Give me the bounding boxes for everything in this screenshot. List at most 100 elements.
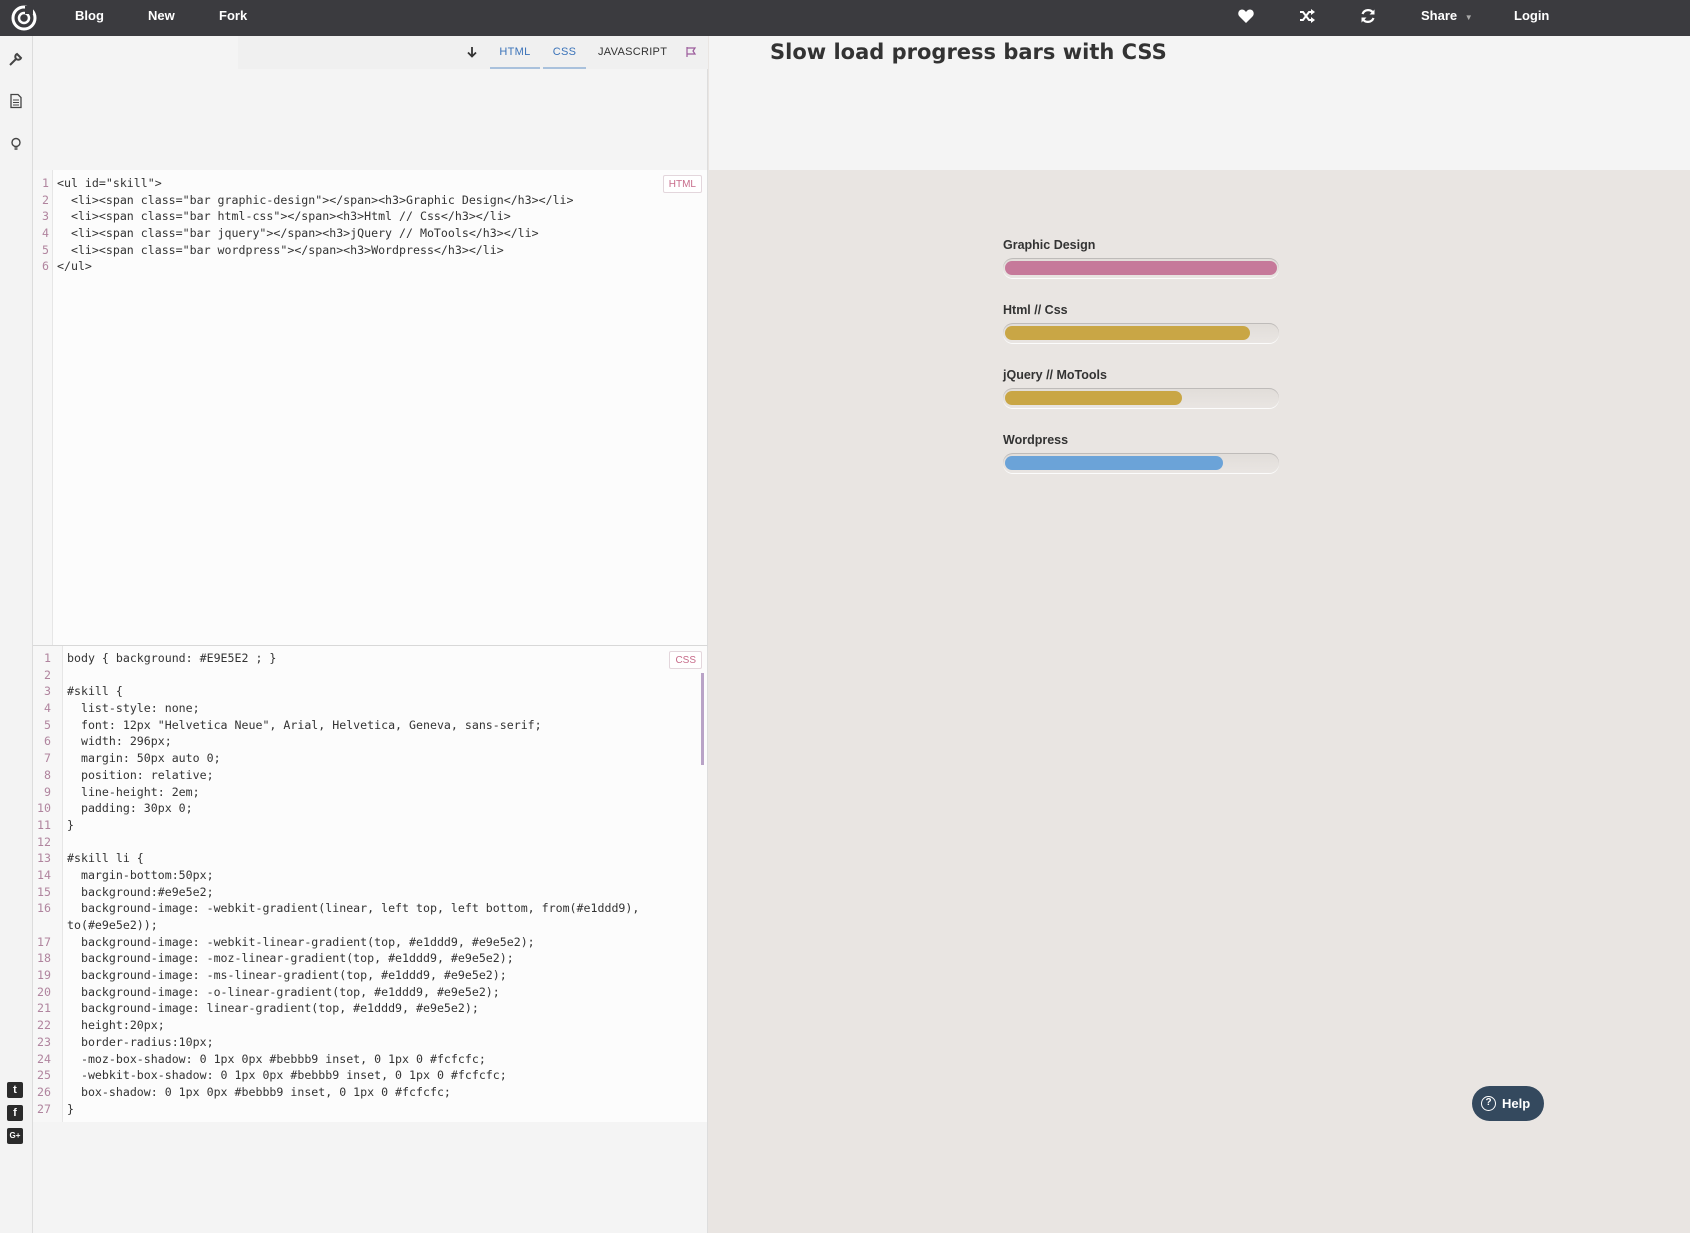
code-text: <li><span class="bar html-css"></span><h… — [57, 209, 511, 224]
code-text: background:#e9e5e2; — [67, 884, 214, 899]
code-line: 22 height:20px; — [33, 1017, 639, 1034]
code-line: 17 background-image: -webkit-linear-grad… — [33, 934, 639, 951]
heart-icon[interactable] — [1237, 7, 1255, 25]
code-text: -webkit-box-shadow: 0 1px 0px #bebbb9 in… — [67, 1068, 507, 1083]
line-number: 16 — [37, 901, 51, 916]
code-text: -moz-box-shadow: 0 1px 0px #bebbb9 inset… — [67, 1051, 486, 1066]
progress-fill — [1005, 261, 1277, 275]
line-number: 9 — [44, 784, 51, 799]
wrench-icon[interactable] — [8, 51, 24, 67]
code-text: list-style: none; — [67, 701, 200, 716]
line-number: 3 — [44, 684, 51, 699]
tab-html[interactable]: HTML — [490, 36, 540, 69]
facebook-icon[interactable]: f — [7, 1105, 23, 1121]
code-text: background-image: -webkit-gradient(linea… — [67, 901, 640, 916]
code-text: width: 296px; — [67, 734, 172, 749]
help-button[interactable]: ? Help — [1472, 1086, 1544, 1121]
code-line: 7 margin: 50px auto 0; — [33, 750, 639, 767]
line-number: 17 — [37, 934, 51, 949]
code-text: background-image: -o-linear-gradient(top… — [67, 984, 500, 999]
lightbulb-icon[interactable] — [8, 136, 24, 152]
code-line: 26 box-shadow: 0 1px 0px #bebbb9 inset, … — [33, 1084, 639, 1101]
flag-icon[interactable] — [685, 46, 697, 58]
google-plus-icon[interactable]: G+ — [7, 1128, 23, 1144]
shuffle-icon[interactable] — [1298, 7, 1316, 25]
line-number: 15 — [37, 884, 51, 899]
code-line: 11} — [33, 817, 639, 834]
progress-track — [1003, 388, 1279, 408]
skill-item: Html // Css — [1003, 297, 1279, 362]
scrollbar-thumb[interactable] — [701, 673, 704, 765]
code-text: font: 12px "Helvetica Neue", Arial, Helv… — [67, 717, 542, 732]
code-line: 3 <li><span class="bar html-css"></span>… — [33, 208, 574, 225]
code-text: border-radius:10px; — [67, 1034, 214, 1049]
tab-css[interactable]: CSS — [543, 36, 586, 69]
line-number: 5 — [42, 242, 49, 257]
question-icon: ? — [1481, 1096, 1496, 1111]
nav-fork-link[interactable]: Fork — [219, 0, 247, 36]
code-line: 3 #skill { — [33, 683, 639, 700]
progress-track — [1003, 258, 1279, 278]
code-text: </ul> — [57, 259, 92, 274]
line-number: 14 — [37, 867, 51, 882]
login-link[interactable]: Login — [1514, 0, 1549, 36]
code-text: position: relative; — [67, 767, 214, 782]
line-number: 3 — [42, 209, 49, 224]
code-text: padding: 30px 0; — [67, 801, 193, 816]
tab-javascript[interactable]: JAVASCRIPT — [598, 36, 667, 69]
nav-blog-link[interactable]: Blog — [75, 0, 104, 36]
code-line: to(#e9e5e2)); — [33, 917, 639, 934]
code-text: <li><span class="bar graphic-design"></s… — [57, 192, 574, 207]
code-line: 21 background-image: linear-gradient(top… — [33, 1000, 639, 1017]
code-line: 16 background-image: -webkit-gradient(li… — [33, 900, 639, 917]
caret-down-icon: ▼ — [1464, 13, 1473, 22]
code-line: 2 — [33, 667, 639, 684]
code-line: 13 #skill li { — [33, 850, 639, 867]
result-header: Slow load progress bars with CSS — [709, 36, 1690, 170]
editor-tab-bar: HTML CSS JAVASCRIPT — [238, 36, 708, 69]
progress-track — [1003, 323, 1279, 343]
code-line: 5 <li><span class="bar wordpress"></span… — [33, 242, 574, 259]
nav-new-link[interactable]: New — [148, 0, 175, 36]
line-number: 4 — [42, 226, 49, 241]
left-sidebar: t f G+ — [0, 36, 33, 1233]
line-number: 26 — [37, 1084, 51, 1099]
html-editor[interactable]: 1 <ul id="skill"> 2 <li><span class="bar g… — [33, 170, 708, 646]
code-text: <ul id="skill"> — [57, 176, 162, 190]
code-text: box-shadow: 0 1px 0px #bebbb9 inset, 0 1… — [67, 1084, 451, 1099]
line-number: 27 — [37, 1101, 51, 1116]
line-number: 19 — [37, 968, 51, 983]
result-panel: Graphic Design Html // Css jQuery // MoToo… — [709, 170, 1690, 1233]
code-text: background-image: -ms-linear-gradient(to… — [67, 968, 507, 983]
refresh-icon[interactable] — [1359, 7, 1377, 25]
code-line: 15 background:#e9e5e2; — [33, 884, 639, 901]
css-code[interactable]: 1 body { background: #E9E5E2 ; } 2 3 #skill … — [33, 650, 639, 1117]
code-line: 19 background-image: -ms-linear-gradient… — [33, 967, 639, 984]
code-line: 6 width: 296px; — [33, 733, 639, 750]
jsfiddle-logo-icon[interactable] — [11, 5, 37, 31]
code-line: 12 — [33, 834, 639, 851]
code-line: 4 <li><span class="bar jquery"></span><h… — [33, 225, 574, 242]
line-number: 23 — [37, 1034, 51, 1049]
twitter-icon[interactable]: t — [7, 1082, 23, 1098]
html-code[interactable]: 1 <ul id="skill"> 2 <li><span class="bar g… — [33, 175, 574, 275]
line-number: 4 — [44, 701, 51, 716]
code-line: 27} — [33, 1101, 639, 1118]
code-line: 14 margin-bottom:50px; — [33, 867, 639, 884]
editor-footer — [33, 1122, 708, 1233]
skill-label: Wordpress — [1003, 433, 1069, 447]
document-icon[interactable] — [8, 93, 24, 109]
progress-fill — [1005, 456, 1223, 470]
code-text: to(#e9e5e2)); — [67, 918, 158, 932]
line-number: 10 — [37, 801, 51, 816]
code-line: 25 -webkit-box-shadow: 0 1px 0px #bebbb9… — [33, 1067, 639, 1084]
line-number: 7 — [44, 751, 51, 766]
code-line: 1 body { background: #E9E5E2 ; } — [33, 650, 639, 667]
help-label: Help — [1502, 1096, 1531, 1111]
arrow-down-icon[interactable] — [466, 46, 478, 58]
line-number: 21 — [37, 1001, 51, 1016]
css-editor[interactable]: 1 body { background: #E9E5E2 ; } 2 3 #skill … — [33, 646, 708, 1122]
skill-label: Graphic Design — [1003, 238, 1096, 252]
code-text: background-image: linear-gradient(top, #… — [67, 1001, 479, 1016]
share-button[interactable]: Share ▼ — [1421, 0, 1473, 36]
